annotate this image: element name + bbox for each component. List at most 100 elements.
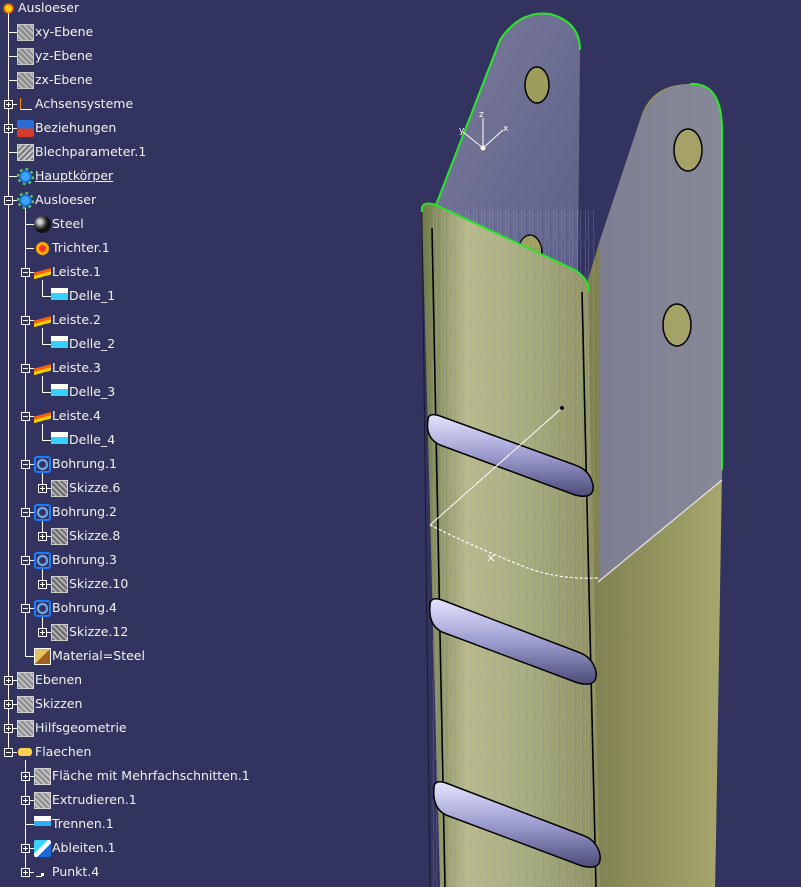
collapse-toggle[interactable] — [4, 748, 13, 757]
tree-node[interactable]: Material=Steel — [34, 646, 145, 666]
tree-node[interactable]: Hauptkörper — [17, 166, 113, 186]
tree-node[interactable]: Ebenen — [17, 670, 82, 690]
planes-set-icon — [17, 671, 34, 689]
tree-node-label: Skizze.10 — [69, 576, 129, 591]
tree-guide-line — [8, 8, 9, 752]
tree-node[interactable]: Leiste.1 — [34, 262, 101, 282]
side-hole-lower — [662, 303, 692, 347]
tree-node[interactable]: Achsensysteme — [17, 94, 133, 114]
tree-connector — [42, 440, 51, 441]
tree-node-label: yz-Ebene — [35, 48, 93, 63]
tree-node-label: Delle_3 — [69, 384, 116, 399]
expand-toggle[interactable] — [38, 532, 47, 541]
svg-text:y: y — [459, 126, 465, 136]
tree-node[interactable]: Bohrung.1 — [34, 454, 117, 474]
collapse-toggle[interactable] — [21, 460, 30, 469]
expand-toggle[interactable] — [4, 676, 13, 685]
tree-node[interactable]: Leiste.2 — [34, 310, 101, 330]
tree-node[interactable]: Skizze.8 — [51, 526, 120, 546]
tree-node[interactable]: Extrudieren.1 — [34, 790, 137, 810]
tree-node[interactable]: Delle_2 — [51, 334, 115, 354]
dent-icon — [51, 335, 68, 353]
tree-node-label: Blechparameter.1 — [35, 144, 147, 159]
tree-node[interactable]: Trennen.1 — [34, 814, 114, 834]
tree-node[interactable]: Delle_4 — [51, 430, 115, 450]
tree-node-label: Hilfsgeometrie — [35, 720, 127, 735]
tree-node[interactable]: Ausloeser — [0, 0, 79, 18]
expand-toggle[interactable] — [21, 844, 30, 853]
side-hole-upper — [673, 128, 703, 172]
tree-node[interactable]: Ableiten.1 — [34, 838, 116, 858]
tree-node[interactable]: Skizze.6 — [51, 478, 120, 498]
tree-node-label: Punkt.4 — [52, 864, 100, 879]
tree-node-label: Extrudieren.1 — [52, 792, 137, 807]
expand-toggle[interactable] — [21, 772, 30, 781]
tree-node[interactable]: Hilfsgeometrie — [17, 718, 127, 738]
collapse-toggle[interactable] — [21, 508, 30, 517]
tree-node-label: Leiste.1 — [52, 264, 101, 279]
tree-node-label: Delle_4 — [69, 432, 116, 447]
tree-node[interactable]: Skizze.10 — [51, 574, 128, 594]
tree-node[interactable]: yz-Ebene — [17, 46, 93, 66]
expand-toggle[interactable] — [4, 724, 13, 733]
tree-connector — [25, 248, 34, 249]
expand-toggle[interactable] — [4, 700, 13, 709]
expand-toggle[interactable] — [38, 484, 47, 493]
collapse-toggle[interactable] — [21, 604, 30, 613]
rail-icon — [34, 263, 51, 281]
tree-node[interactable]: Skizze.12 — [51, 622, 128, 642]
tree-connector — [42, 296, 51, 297]
tree-node[interactable]: Ausloeser — [17, 190, 96, 210]
tree-connector — [25, 224, 34, 225]
tree-node[interactable]: Delle_1 — [51, 286, 115, 306]
collapse-toggle[interactable] — [21, 412, 30, 421]
tree-node-label: Ebenen — [35, 672, 83, 687]
tree-guide-line — [42, 376, 43, 392]
tree-node[interactable]: Leiste.3 — [34, 358, 101, 378]
expand-toggle[interactable] — [38, 580, 47, 589]
expand-toggle[interactable] — [4, 100, 13, 109]
tree-node[interactable]: Skizzen — [17, 694, 82, 714]
tree-node-label: Delle_2 — [69, 336, 116, 351]
tab-hole-upper — [524, 66, 550, 104]
tree-node[interactable]: Delle_3 — [51, 382, 115, 402]
expand-toggle[interactable] — [21, 796, 30, 805]
tree-node-label: Trichter.1 — [52, 240, 110, 255]
tree-node[interactable]: Blechparameter.1 — [17, 142, 146, 162]
hole-icon — [34, 599, 51, 617]
tree-node[interactable]: Beziehungen — [17, 118, 116, 138]
tree-node[interactable]: Bohrung.2 — [34, 502, 117, 522]
collapse-toggle[interactable] — [21, 268, 30, 277]
split-icon — [34, 815, 51, 833]
collapse-toggle[interactable] — [21, 316, 30, 325]
tree-node[interactable]: Flaechen — [17, 742, 91, 762]
hole-icon — [34, 503, 51, 521]
dent-icon — [51, 287, 68, 305]
tree-node-label: Beziehungen — [35, 120, 117, 135]
tree-node-label: xy-Ebene — [35, 24, 94, 39]
tree-node[interactable]: Fläche mit Mehrfachschnitten.1 — [34, 766, 250, 786]
expand-toggle[interactable] — [21, 868, 30, 877]
tree-connector — [8, 80, 17, 81]
tree-node[interactable]: Bohrung.3 — [34, 550, 117, 570]
tree-node-label: Leiste.4 — [52, 408, 101, 423]
tree-node[interactable]: Punkt.4 — [34, 862, 99, 882]
rail-icon — [34, 311, 51, 329]
collapse-toggle[interactable] — [21, 556, 30, 565]
svg-text:x: x — [503, 124, 509, 134]
tree-node[interactable]: zx-Ebene — [17, 70, 93, 90]
tree-node-label: Skizze.6 — [69, 480, 121, 495]
tree-node[interactable]: Trichter.1 — [34, 238, 110, 258]
funnel-icon — [34, 239, 51, 257]
expand-toggle[interactable] — [4, 124, 13, 133]
derive-icon — [34, 839, 51, 857]
collapse-toggle[interactable] — [4, 196, 13, 205]
tree-node[interactable]: xy-Ebene — [17, 22, 93, 42]
tree-node[interactable]: Steel — [34, 214, 84, 234]
expand-toggle[interactable] — [38, 628, 47, 637]
tree-node[interactable]: Leiste.4 — [34, 406, 101, 426]
tree-node[interactable]: Bohrung.4 — [34, 598, 117, 618]
tree-node-label: Skizzen — [35, 696, 83, 711]
sheet-metal-parameters-icon — [17, 143, 34, 161]
collapse-toggle[interactable] — [21, 364, 30, 373]
